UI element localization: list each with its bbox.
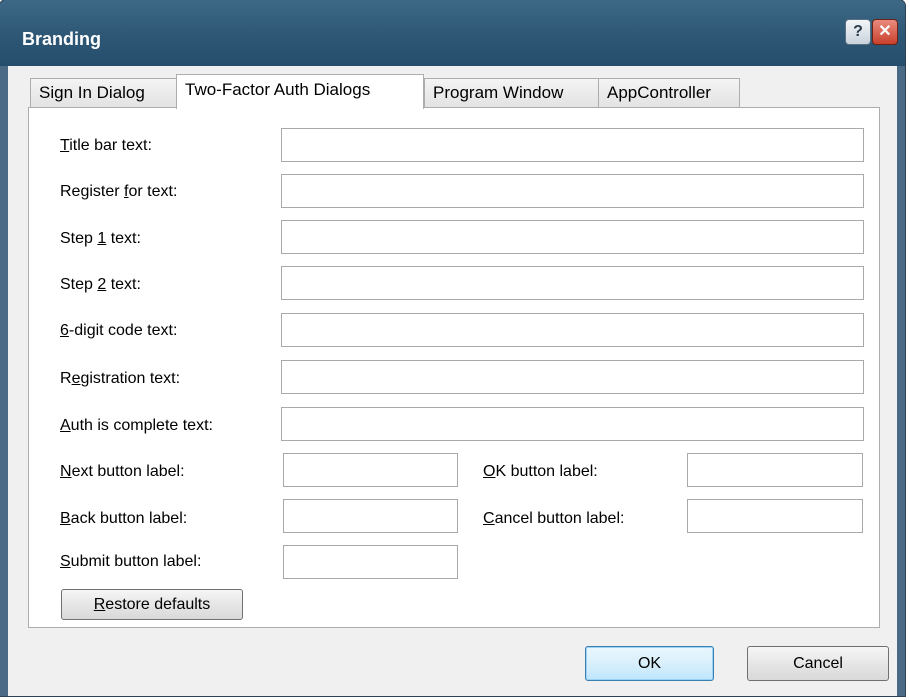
ok-button-label-input[interactable] bbox=[687, 453, 863, 487]
ok-button[interactable]: OK bbox=[585, 646, 714, 681]
cancel-button-label-label: Cancel button label: bbox=[483, 510, 625, 527]
step2-text-input[interactable] bbox=[281, 266, 864, 300]
help-icon: ? bbox=[853, 23, 863, 40]
cancel-button-label-input[interactable] bbox=[687, 499, 863, 533]
tab-label: Two-Factor Auth Dialogs bbox=[185, 80, 371, 99]
title-bar-text-label: Title bar text: bbox=[60, 137, 152, 154]
tab-program-window[interactable]: Program Window bbox=[424, 78, 600, 108]
register-for-text-input[interactable] bbox=[281, 174, 864, 208]
back-button-label-label: Back button label: bbox=[60, 510, 188, 527]
auth-complete-text-input[interactable] bbox=[281, 407, 864, 441]
auth-complete-text-label: Auth is complete text: bbox=[60, 417, 213, 434]
tab-appcontroller[interactable]: AppController bbox=[598, 78, 740, 108]
step2-text-label: Step 2 text: bbox=[60, 276, 141, 293]
window-title: Branding bbox=[22, 29, 101, 49]
step1-text-input[interactable] bbox=[281, 220, 864, 254]
register-for-text-label: Register for text: bbox=[60, 183, 178, 200]
tab-label: AppController bbox=[607, 83, 711, 102]
ok-button-label-label: OK button label: bbox=[483, 463, 598, 480]
title-bar-text-input[interactable] bbox=[281, 128, 864, 162]
registration-text-label: Registration text: bbox=[60, 370, 181, 387]
submit-button-label-input[interactable] bbox=[283, 545, 458, 579]
six-digit-code-text-label: 6-digit code text: bbox=[60, 322, 178, 339]
close-button[interactable]: ✕ bbox=[872, 19, 898, 45]
submit-button-label-label: Submit button label: bbox=[60, 553, 202, 570]
tab-two-factor-auth-dialogs[interactable]: Two-Factor Auth Dialogs bbox=[176, 74, 424, 109]
close-icon: ✕ bbox=[878, 23, 892, 40]
back-button-label-input[interactable] bbox=[283, 499, 458, 533]
six-digit-code-text-input[interactable] bbox=[281, 313, 864, 347]
restore-defaults-button[interactable]: Restore defaults bbox=[61, 589, 243, 620]
tab-label: Program Window bbox=[433, 83, 564, 102]
next-button-label-label: Next button label: bbox=[60, 463, 185, 480]
tab-label: Sign In Dialog bbox=[39, 83, 145, 102]
help-button[interactable]: ? bbox=[845, 19, 871, 45]
tab-sign-in-dialog[interactable]: Sign In Dialog bbox=[30, 78, 178, 108]
next-button-label-input[interactable] bbox=[283, 453, 458, 487]
registration-text-input[interactable] bbox=[281, 360, 864, 394]
step1-text-label: Step 1 text: bbox=[60, 230, 141, 247]
cancel-button[interactable]: Cancel bbox=[747, 646, 889, 681]
title-bar[interactable]: Branding ? ✕ bbox=[0, 0, 905, 66]
